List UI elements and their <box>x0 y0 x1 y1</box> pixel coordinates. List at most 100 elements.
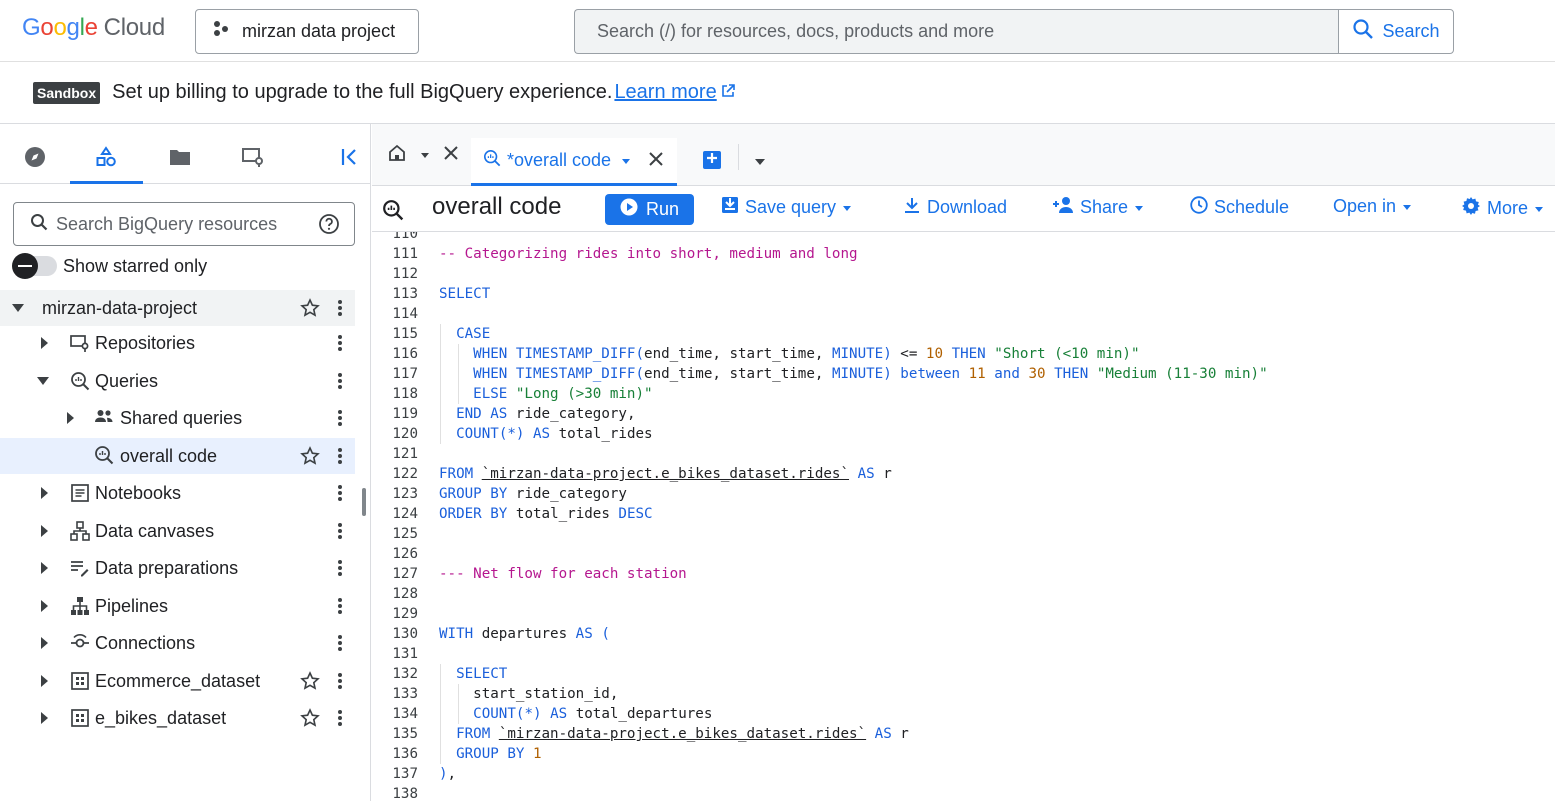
schedule-button[interactable]: Schedule <box>1190 196 1289 219</box>
chevron-down-icon[interactable] <box>420 147 430 165</box>
line-number: 129 <box>392 606 418 622</box>
repository-tab-icon[interactable] <box>238 142 268 172</box>
tree-item-data-preparations[interactable]: Data preparations <box>0 550 355 586</box>
tree-item-queries[interactable]: Queries <box>0 363 355 399</box>
more-options-icon[interactable] <box>336 558 344 578</box>
more-options-icon[interactable] <box>336 298 344 318</box>
close-icon[interactable] <box>649 150 663 171</box>
line-number: 127 <box>392 566 418 582</box>
new-query-button[interactable] <box>703 151 721 169</box>
tree-item-shared-queries[interactable]: Shared queries <box>0 400 355 436</box>
star-icon[interactable] <box>300 671 320 691</box>
explorer-shapes-icon[interactable] <box>91 142 121 172</box>
star-icon[interactable] <box>300 446 320 466</box>
more-options-icon[interactable] <box>336 408 344 428</box>
more-options-icon[interactable] <box>336 521 344 541</box>
tree-item-pipelines[interactable]: Pipelines <box>0 588 355 624</box>
more-options-icon[interactable] <box>336 371 344 391</box>
project-picker[interactable]: mirzan data project <box>195 9 419 54</box>
project-node[interactable]: mirzan-data-project <box>0 290 355 326</box>
code-text: CASE <box>456 326 491 342</box>
caret-down-icon[interactable] <box>35 373 51 389</box>
more-options-icon[interactable] <box>336 671 344 691</box>
tree-item-notebooks[interactable]: Notebooks <box>0 475 355 511</box>
explorer-panel: Search BigQuery resources Show starred o… <box>0 124 371 801</box>
more-options-icon[interactable] <box>336 633 344 653</box>
run-button[interactable]: Run <box>605 194 694 225</box>
caret-right-icon[interactable] <box>62 410 78 426</box>
query-toolbar: overall code Run Save query Download Sha… <box>372 186 1555 232</box>
save-query-button[interactable]: Save query <box>721 196 852 219</box>
caret-right-icon[interactable] <box>36 560 52 576</box>
line-number: 134 <box>392 706 418 722</box>
code-text: COUNT(*) AS total_rides <box>456 426 653 442</box>
home-tab[interactable] <box>388 144 458 167</box>
caret-right-icon[interactable] <box>36 673 52 689</box>
tree-item-connections[interactable]: Connections <box>0 625 355 661</box>
code-text: WITH departures AS ( <box>439 626 610 642</box>
line-number: 135 <box>392 726 418 742</box>
explorer-scrollbar[interactable] <box>362 488 366 516</box>
active-tab-indicator <box>70 181 143 184</box>
more-options-icon[interactable] <box>336 596 344 616</box>
tree-item-ecommerce-dataset[interactable]: Ecommerce_dataset <box>0 663 355 699</box>
folder-icon[interactable] <box>165 142 195 172</box>
line-number: 111 <box>392 246 418 262</box>
line-number: 117 <box>392 366 418 382</box>
star-icon[interactable] <box>300 298 320 318</box>
help-icon[interactable] <box>318 213 340 240</box>
external-link-icon <box>721 81 735 104</box>
caret-down-icon <box>842 197 852 218</box>
download-button[interactable]: Download <box>903 196 1007 219</box>
tree-item-repositories[interactable]: Repositories <box>0 325 355 361</box>
open-in-button[interactable]: Open in <box>1333 196 1412 217</box>
collapse-panel-icon[interactable] <box>335 142 365 172</box>
caret-down-icon[interactable] <box>10 300 26 316</box>
show-starred-toggle-row[interactable]: Show starred only <box>12 253 207 279</box>
caret-right-icon[interactable] <box>36 598 52 614</box>
line-number: 114 <box>392 306 418 322</box>
add-person-icon <box>1052 196 1074 219</box>
line-number: 132 <box>392 666 418 682</box>
code-text: END AS ride_category, <box>456 406 636 422</box>
indent-guide <box>458 344 459 404</box>
sql-editor[interactable]: 110 111 -- Categorizing rides into short, … <box>372 232 1555 801</box>
more-options-icon[interactable] <box>336 708 344 728</box>
show-starred-toggle[interactable] <box>12 253 57 279</box>
tree-item-overall-code[interactable]: overall code <box>0 438 355 474</box>
search-icon <box>1352 18 1374 45</box>
search-button[interactable]: Search <box>1338 9 1454 54</box>
google-cloud-logo[interactable]: Google Cloud <box>22 14 165 42</box>
caret-right-icon[interactable] <box>36 335 52 351</box>
play-icon <box>620 198 638 221</box>
notebook-icon <box>70 483 90 503</box>
more-options-icon[interactable] <box>336 333 344 353</box>
caret-right-icon[interactable] <box>36 710 52 726</box>
save-icon <box>721 196 739 219</box>
more-options-icon[interactable] <box>336 446 344 466</box>
code-text: FROM `mirzan-data-project.e_bikes_datase… <box>456 726 909 742</box>
caret-right-icon[interactable] <box>36 523 52 539</box>
learn-more-link[interactable]: Learn more <box>614 81 735 104</box>
more-options-icon[interactable] <box>336 483 344 503</box>
project-dots-icon <box>212 20 230 43</box>
tab-overall-code[interactable]: *overall code <box>471 138 677 186</box>
banner-message: Set up billing to upgrade to the full Bi… <box>112 81 613 103</box>
tree-item-data-canvases[interactable]: Data canvases <box>0 513 355 549</box>
star-icon[interactable] <box>300 708 320 728</box>
caret-right-icon[interactable] <box>36 485 52 501</box>
resource-search-input[interactable]: Search BigQuery resources <box>13 202 355 246</box>
close-icon[interactable] <box>444 146 458 165</box>
global-search-input[interactable]: Search (/) for resources, docs, products… <box>574 9 1339 54</box>
caret-right-icon[interactable] <box>36 635 52 651</box>
tree-item-e-bikes-dataset[interactable]: e_bikes_dataset <box>0 700 355 736</box>
search-icon <box>30 213 48 236</box>
more-button[interactable]: More <box>1461 196 1544 221</box>
line-number: 120 <box>392 426 418 442</box>
chevron-down-icon[interactable] <box>621 150 631 171</box>
code-text: GROUP BY ride_category <box>439 486 627 502</box>
chevron-down-icon[interactable] <box>754 154 766 172</box>
line-number: 119 <box>392 406 418 422</box>
explore-compass-icon[interactable] <box>20 142 50 172</box>
share-button[interactable]: Share <box>1052 196 1144 219</box>
